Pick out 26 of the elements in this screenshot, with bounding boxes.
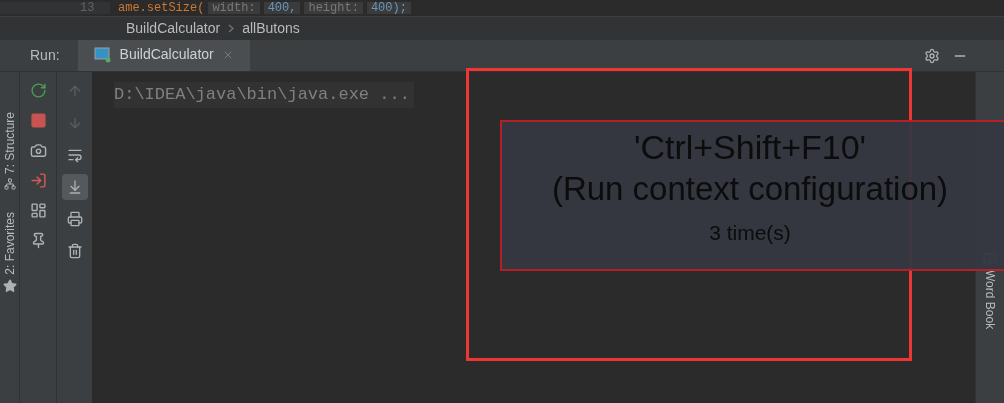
run-tab[interactable]: BuildCalculator <box>77 40 250 71</box>
parameter-hint: height: <box>304 2 363 14</box>
code-text: ame.setSize( <box>117 2 205 14</box>
breadcrumb[interactable]: BuildCalculator <box>126 18 221 39</box>
settings-icon[interactable] <box>924 47 940 64</box>
parameter-hint: 400); <box>366 2 411 14</box>
stripe-button[interactable]: 2: Favorites <box>0 212 19 275</box>
trash-icon <box>66 243 83 259</box>
stripe-button[interactable]: Word Book <box>981 270 999 330</box>
login-icon[interactable] <box>29 172 47 189</box>
scroll-to-end-button[interactable] <box>61 174 88 200</box>
wrap-icon <box>66 147 83 163</box>
parameter-hint: 400, <box>263 2 301 14</box>
camera-icon[interactable] <box>29 142 47 159</box>
rerun-icon[interactable] <box>29 82 47 99</box>
stripe-button[interactable]: 7: Structure <box>0 112 19 175</box>
run-label: Run: <box>29 46 61 65</box>
parameter-hint: width: <box>208 2 260 14</box>
stop-icon[interactable] <box>29 112 47 129</box>
window-icon <box>93 46 112 63</box>
printer-icon <box>66 211 83 227</box>
layout-icon[interactable] <box>29 202 47 219</box>
breadcrumb[interactable]: allButons <box>242 18 300 39</box>
chevron-icon <box>228 24 235 33</box>
star-icon <box>2 278 17 293</box>
structure-icon <box>3 178 16 191</box>
